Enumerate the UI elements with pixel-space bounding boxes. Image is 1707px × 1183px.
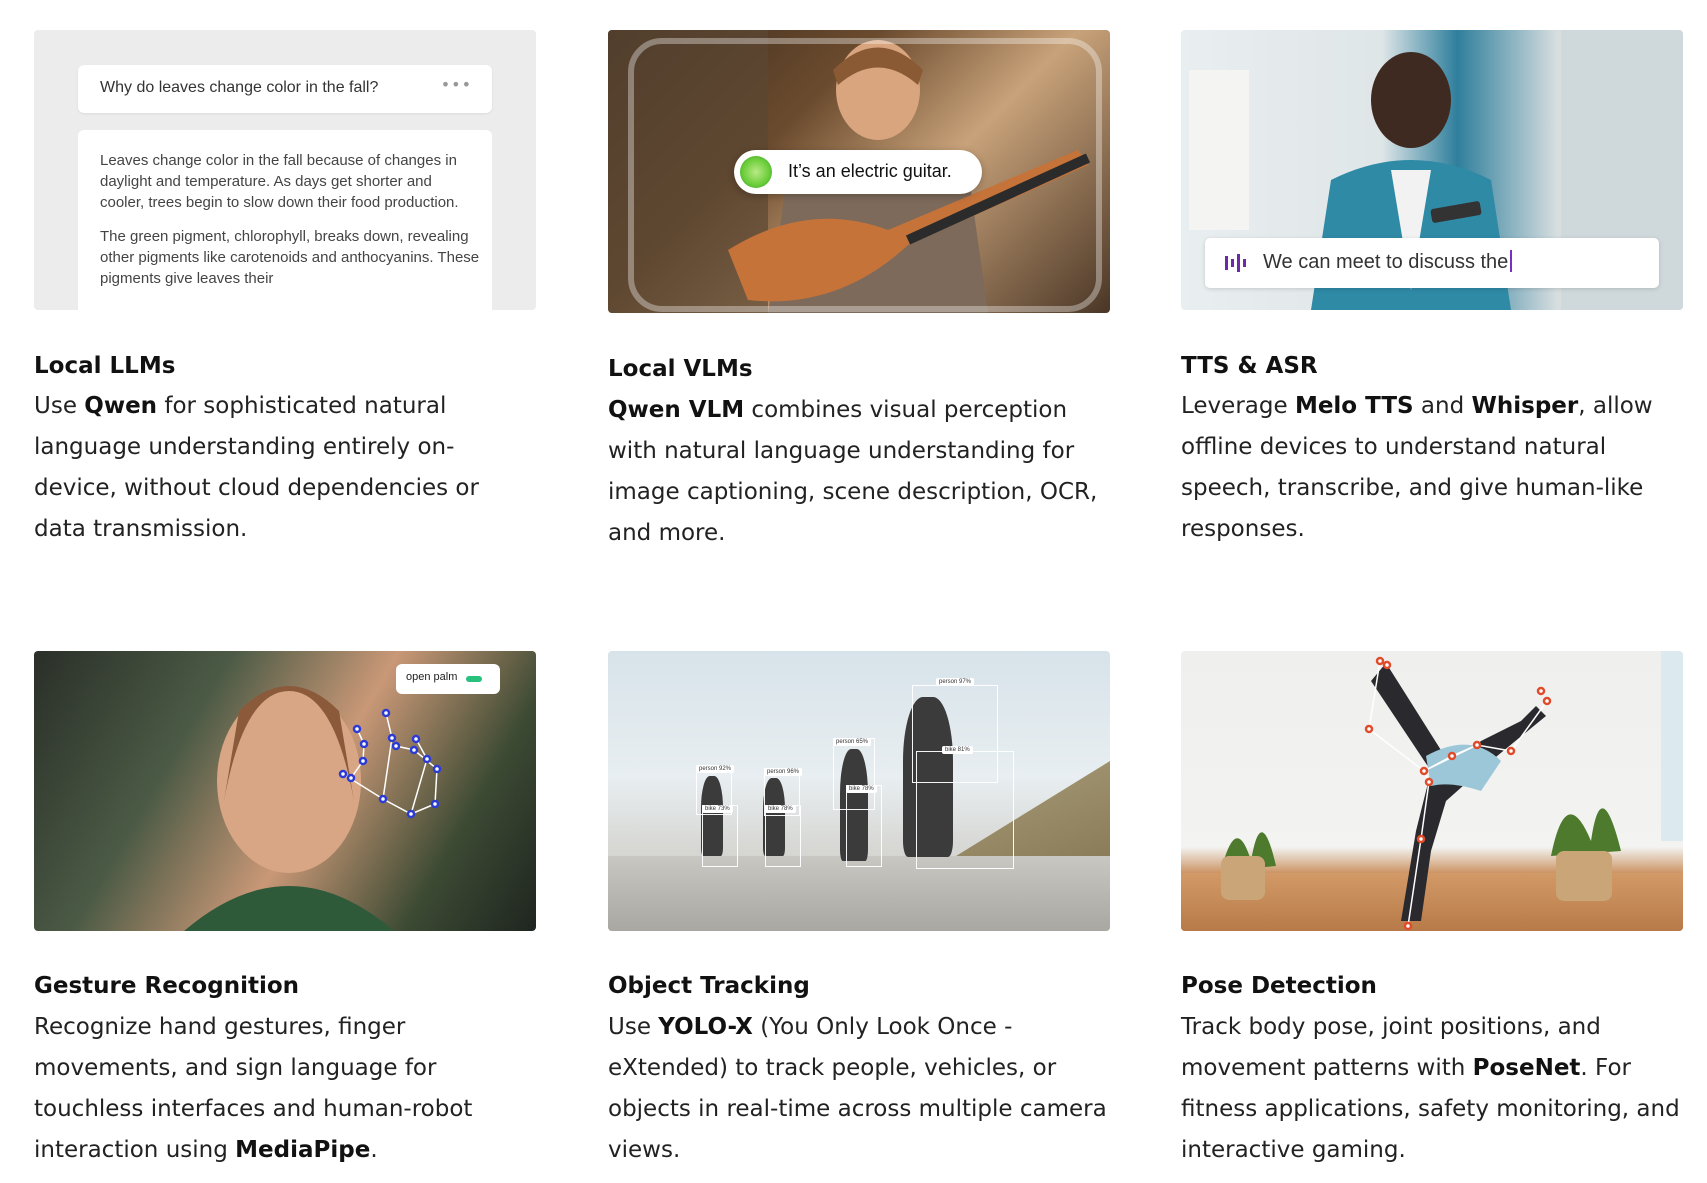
detection-label: person 97% (936, 678, 975, 686)
card-title: Gesture Recognition (34, 973, 300, 999)
card-description: Track body pose, joint positions, and mo… (1181, 1007, 1683, 1171)
transcript-text: We can meet to discuss the (1263, 251, 1509, 273)
description-text: Leverage (1181, 393, 1295, 419)
chat-answer-paragraph: Leaves change color in the fall because … (100, 152, 459, 211)
description-text: Use (608, 1014, 659, 1040)
chat-question: Why do leaves change color in the fall? (100, 79, 379, 96)
ai-orb-icon (740, 156, 772, 188)
detection-label: bike 78% (765, 805, 796, 813)
chat-demo-image: Why do leaves change color in the fall? … (34, 30, 536, 310)
card-title: Object Tracking (608, 973, 810, 999)
card-description: Use Qwen for sophisticated natural langu… (34, 386, 536, 550)
guitar-photo: It’s an electric guitar. (608, 30, 1110, 313)
detection-label: person 92% (696, 765, 735, 773)
audio-waveform-icon (1225, 254, 1251, 272)
more-icon[interactable]: ••• (441, 75, 472, 94)
description-text: and (1413, 393, 1472, 419)
card-title: Local VLMs (608, 356, 753, 382)
detection-label: bike 78% (846, 785, 877, 793)
caption-bubble: It’s an electric guitar. (734, 150, 982, 194)
confidence-bar (466, 676, 482, 682)
chat-answer-box: Leaves change color in the fall because … (78, 130, 492, 310)
card-description: Use YOLO-X (You Only Look Once - eXtende… (608, 1007, 1110, 1171)
yoga-photo (1181, 651, 1683, 931)
product-name: PoseNet (1472, 1055, 1581, 1081)
chat-question-box: Why do leaves change color in the fall? … (78, 65, 492, 113)
text-cursor (1510, 250, 1513, 272)
caption-text: It’s an electric guitar. (788, 161, 952, 181)
pose-skeleton-illustration (1221, 656, 1621, 931)
chat-answer-paragraph: The green pigment, chlorophyll, breaks d… (100, 228, 480, 287)
detection-label: bike 73% (702, 805, 733, 813)
product-name: YOLO-X (658, 1014, 753, 1040)
card-description: Recognize hand gestures, finger movement… (34, 1007, 536, 1171)
gesture-label: open palm (406, 671, 458, 683)
detection-label: person 65% (833, 738, 872, 746)
bike-bbox (916, 751, 1014, 869)
gesture-photo: open palm (34, 651, 536, 931)
card-title: TTS & ASR (1181, 353, 1318, 379)
transcription-bar: We can meet to discuss the (1205, 238, 1659, 288)
bike-bbox (702, 805, 738, 867)
cyclists-photo: person 92% bike 73% person 96% bike 78% … (608, 651, 1110, 931)
bike-bbox (765, 805, 801, 867)
speaker-photo: We can meet to discuss the (1181, 30, 1683, 310)
product-name: Qwen (84, 393, 158, 419)
detection-label: bike 81% (942, 746, 973, 754)
card-description: Qwen VLM combines visual perception with… (608, 390, 1110, 554)
road (608, 856, 1110, 931)
card-title: Pose Detection (1181, 973, 1377, 999)
description-text: Use (34, 393, 85, 419)
product-name: Melo TTS (1294, 393, 1414, 419)
card-title: Local LLMs (34, 353, 176, 379)
description-text: . (370, 1137, 378, 1163)
gesture-label-pill: open palm (396, 664, 500, 694)
product-name: Whisper (1471, 393, 1579, 419)
product-name: Qwen VLM (608, 397, 745, 423)
detection-label: person 96% (764, 768, 803, 776)
bike-bbox (846, 785, 882, 867)
product-name: MediaPipe (235, 1137, 371, 1163)
card-description: Leverage Melo TTS and Whisper, allow off… (1181, 386, 1683, 550)
